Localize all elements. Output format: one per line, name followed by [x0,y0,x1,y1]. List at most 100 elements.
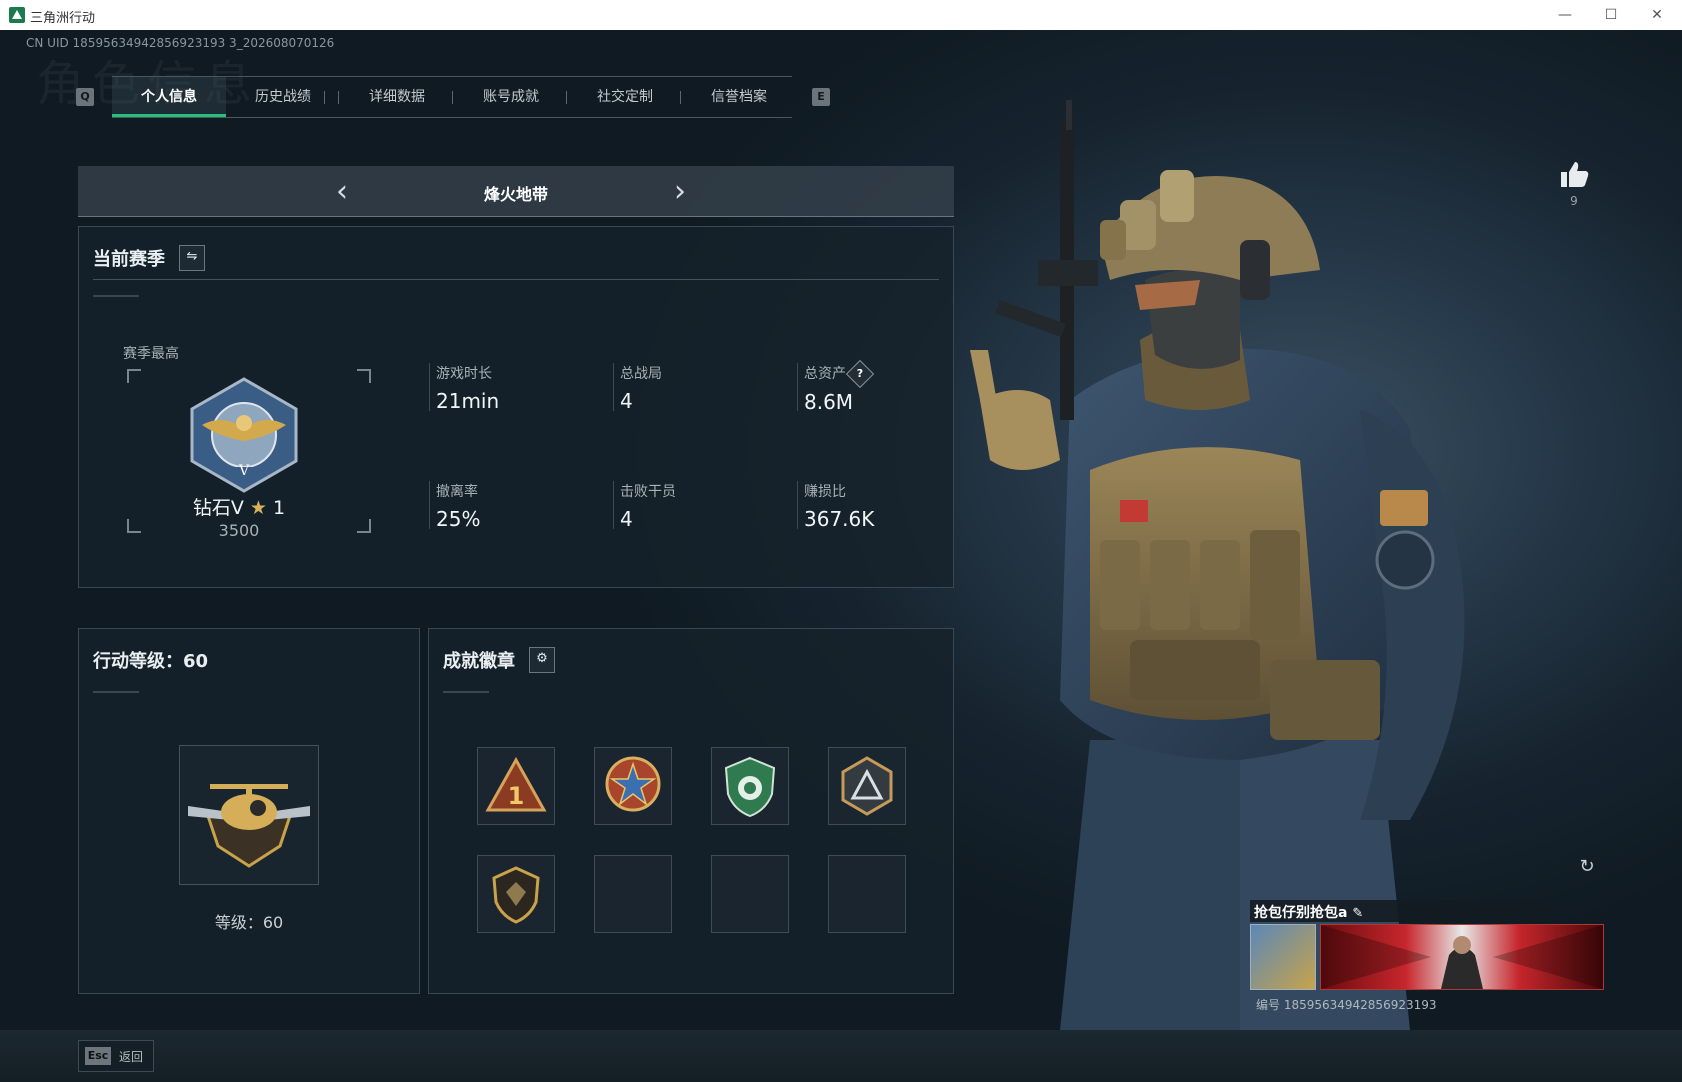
season-best-label: 赛季最高 [123,346,179,362]
triangle-rank-badge-icon: 1 [485,756,547,812]
badge-settings-gear-icon[interactable]: ⚙ [529,647,555,673]
back-label: 返回 [119,1050,144,1064]
rank-score: 3500 [218,521,260,540]
diamond-rank-eagle-icon: V [190,377,298,493]
app-logo-icon [9,7,25,23]
stat-label: 总资产 [804,366,846,382]
operator-character-art [970,100,1465,1030]
tab-achievements[interactable]: 账号成就 [454,77,568,117]
badge-slot[interactable]: 1 [477,747,555,825]
edit-name-pencil-icon[interactable]: ✎ [1352,906,1363,921]
tab-credit-record[interactable]: 信誉档案 [682,77,796,117]
bottom-bar [0,1030,1682,1082]
likes-widget[interactable]: 9 [1556,160,1592,208]
stat-operators-defeated: 击败干员 4 [613,481,676,531]
stat-value: 4 [620,507,633,531]
tab-separator [566,91,567,104]
stat-value: 21min [436,389,500,413]
helicopter-level-emblem-icon [188,784,310,868]
close-button[interactable]: ✕ [1634,0,1680,30]
decor-line [443,691,489,693]
hexagon-delta-badge-icon [841,756,893,816]
player-name: 抢包仔别抢包a [1254,905,1348,921]
level-emblem-frame [179,745,319,885]
tab-bar: Q 个人信息 历史战绩 详细数据 账号成就 社交定制 信誉档案 E [68,76,830,118]
level-title: 行动等级：60 [93,651,209,672]
green-shield-badge-icon [724,756,776,818]
player-id[interactable]: 编号 18595634942856923193 [1256,996,1437,1013]
stat-label: 总战局 [620,366,662,382]
back-button[interactable]: Esc 返回 [78,1040,154,1072]
stat-value: 25% [436,507,481,531]
star-emblem-badge-icon [605,756,661,812]
player-nameplate: 抢包仔别抢包a ✎ [1250,900,1554,922]
current-season-panel: 当前赛季 ⇋ 赛季最高 V 钻石V ★ 1 3500 游戏时长 21min 总战… [78,226,954,588]
tab-separator [452,91,453,104]
tab-match-history[interactable]: 历史战绩 [226,77,340,117]
stat-label: 击败干员 [620,484,676,500]
operation-level-panel: 行动等级：60 等级：60 [78,628,420,994]
stat-label-row: 总资产? [804,359,875,389]
empty-badge-slot[interactable] [711,855,789,933]
badge-slot[interactable] [828,747,906,825]
maximize-button[interactable]: ☐ [1588,0,1634,30]
stat-label: 游戏时长 [436,366,492,382]
next-mode-chevron-icon[interactable]: › [674,174,686,209]
stat-extraction-rate: 撤离率 25% [429,481,481,531]
decor-line [93,691,139,693]
stat-play-time: 游戏时长 21min [429,363,500,413]
stat-profit-loss-ratio: 赚损比 367.6K [797,481,875,531]
tab-personal-info[interactable]: 个人信息 [112,77,226,117]
minimize-button[interactable]: — [1542,0,1588,30]
empty-badge-slot[interactable] [828,855,906,933]
season-divider [93,279,939,280]
player-banner[interactable] [1320,924,1604,990]
badge-slot[interactable] [477,855,555,933]
stat-total-assets: 总资产? 8.6M [797,359,875,414]
stat-value: 367.6K [804,507,875,531]
rank-line: 钻石V ★ 1 [119,493,359,520]
tab-separator [338,91,339,104]
title-bar: 三角洲行动 — ☐ ✕ [0,0,1682,31]
tab-separator [680,91,681,104]
season-title: 当前赛季 [93,249,165,270]
stat-total-matches: 总战局 4 [613,363,662,413]
help-icon[interactable]: ? [845,359,875,389]
help-glyph: ? [856,367,864,380]
badge-slot[interactable] [711,747,789,825]
banner-figure-art [1321,925,1603,989]
player-name-row: 抢包仔别抢包a ✎ [1254,902,1363,922]
next-tab-key-hint[interactable]: E [812,88,830,106]
likes-count: 9 [1570,194,1578,208]
tab-strip: 个人信息 历史战绩 详细数据 账号成就 社交定制 信誉档案 [112,76,792,118]
tab-social-customization[interactable]: 社交定制 [568,77,682,117]
player-avatar[interactable] [1250,924,1316,990]
rank-name: 钻石V [192,497,244,519]
badge-slot[interactable] [594,747,672,825]
thumbs-up-icon [1561,162,1589,187]
decor-line [93,295,139,297]
prev-tab-key-hint[interactable]: Q [76,88,94,106]
tab-detailed-data[interactable]: 详细数据 [340,77,454,117]
stat-label: 撤离率 [436,484,478,500]
rank-star-count: 1 [273,497,286,519]
dark-shield-badge-icon [492,866,540,924]
uid-label: CN UID 18595634942856923193 3_2026080701… [26,36,335,50]
rank-star-icon: ★ [249,497,267,519]
achievement-badges-panel: 成就徽章 ⚙ 1 [428,628,954,994]
empty-badge-slot[interactable] [594,855,672,933]
window-title: 三角洲行动 [30,11,96,26]
level-label: 等级：60 [214,913,284,932]
player-card: 抢包仔别抢包a ✎ 编号 18595634942856923193 [1250,900,1604,1020]
refresh-icon[interactable]: ↻ [1574,856,1600,882]
svg-text:1: 1 [508,782,525,810]
svg-text:V: V [238,463,250,479]
stat-value: 8.6M [804,390,854,414]
mode-name: 烽火地带 [483,185,548,204]
frame-corner [357,369,371,383]
stat-label: 赚损比 [804,484,846,500]
season-switch-button[interactable]: ⇋ [179,245,205,271]
frame-corner [357,519,371,533]
game-screen: 角色信息 CN UID 18595634942856923193 3_20260… [0,30,1682,1082]
stat-value: 4 [620,389,633,413]
